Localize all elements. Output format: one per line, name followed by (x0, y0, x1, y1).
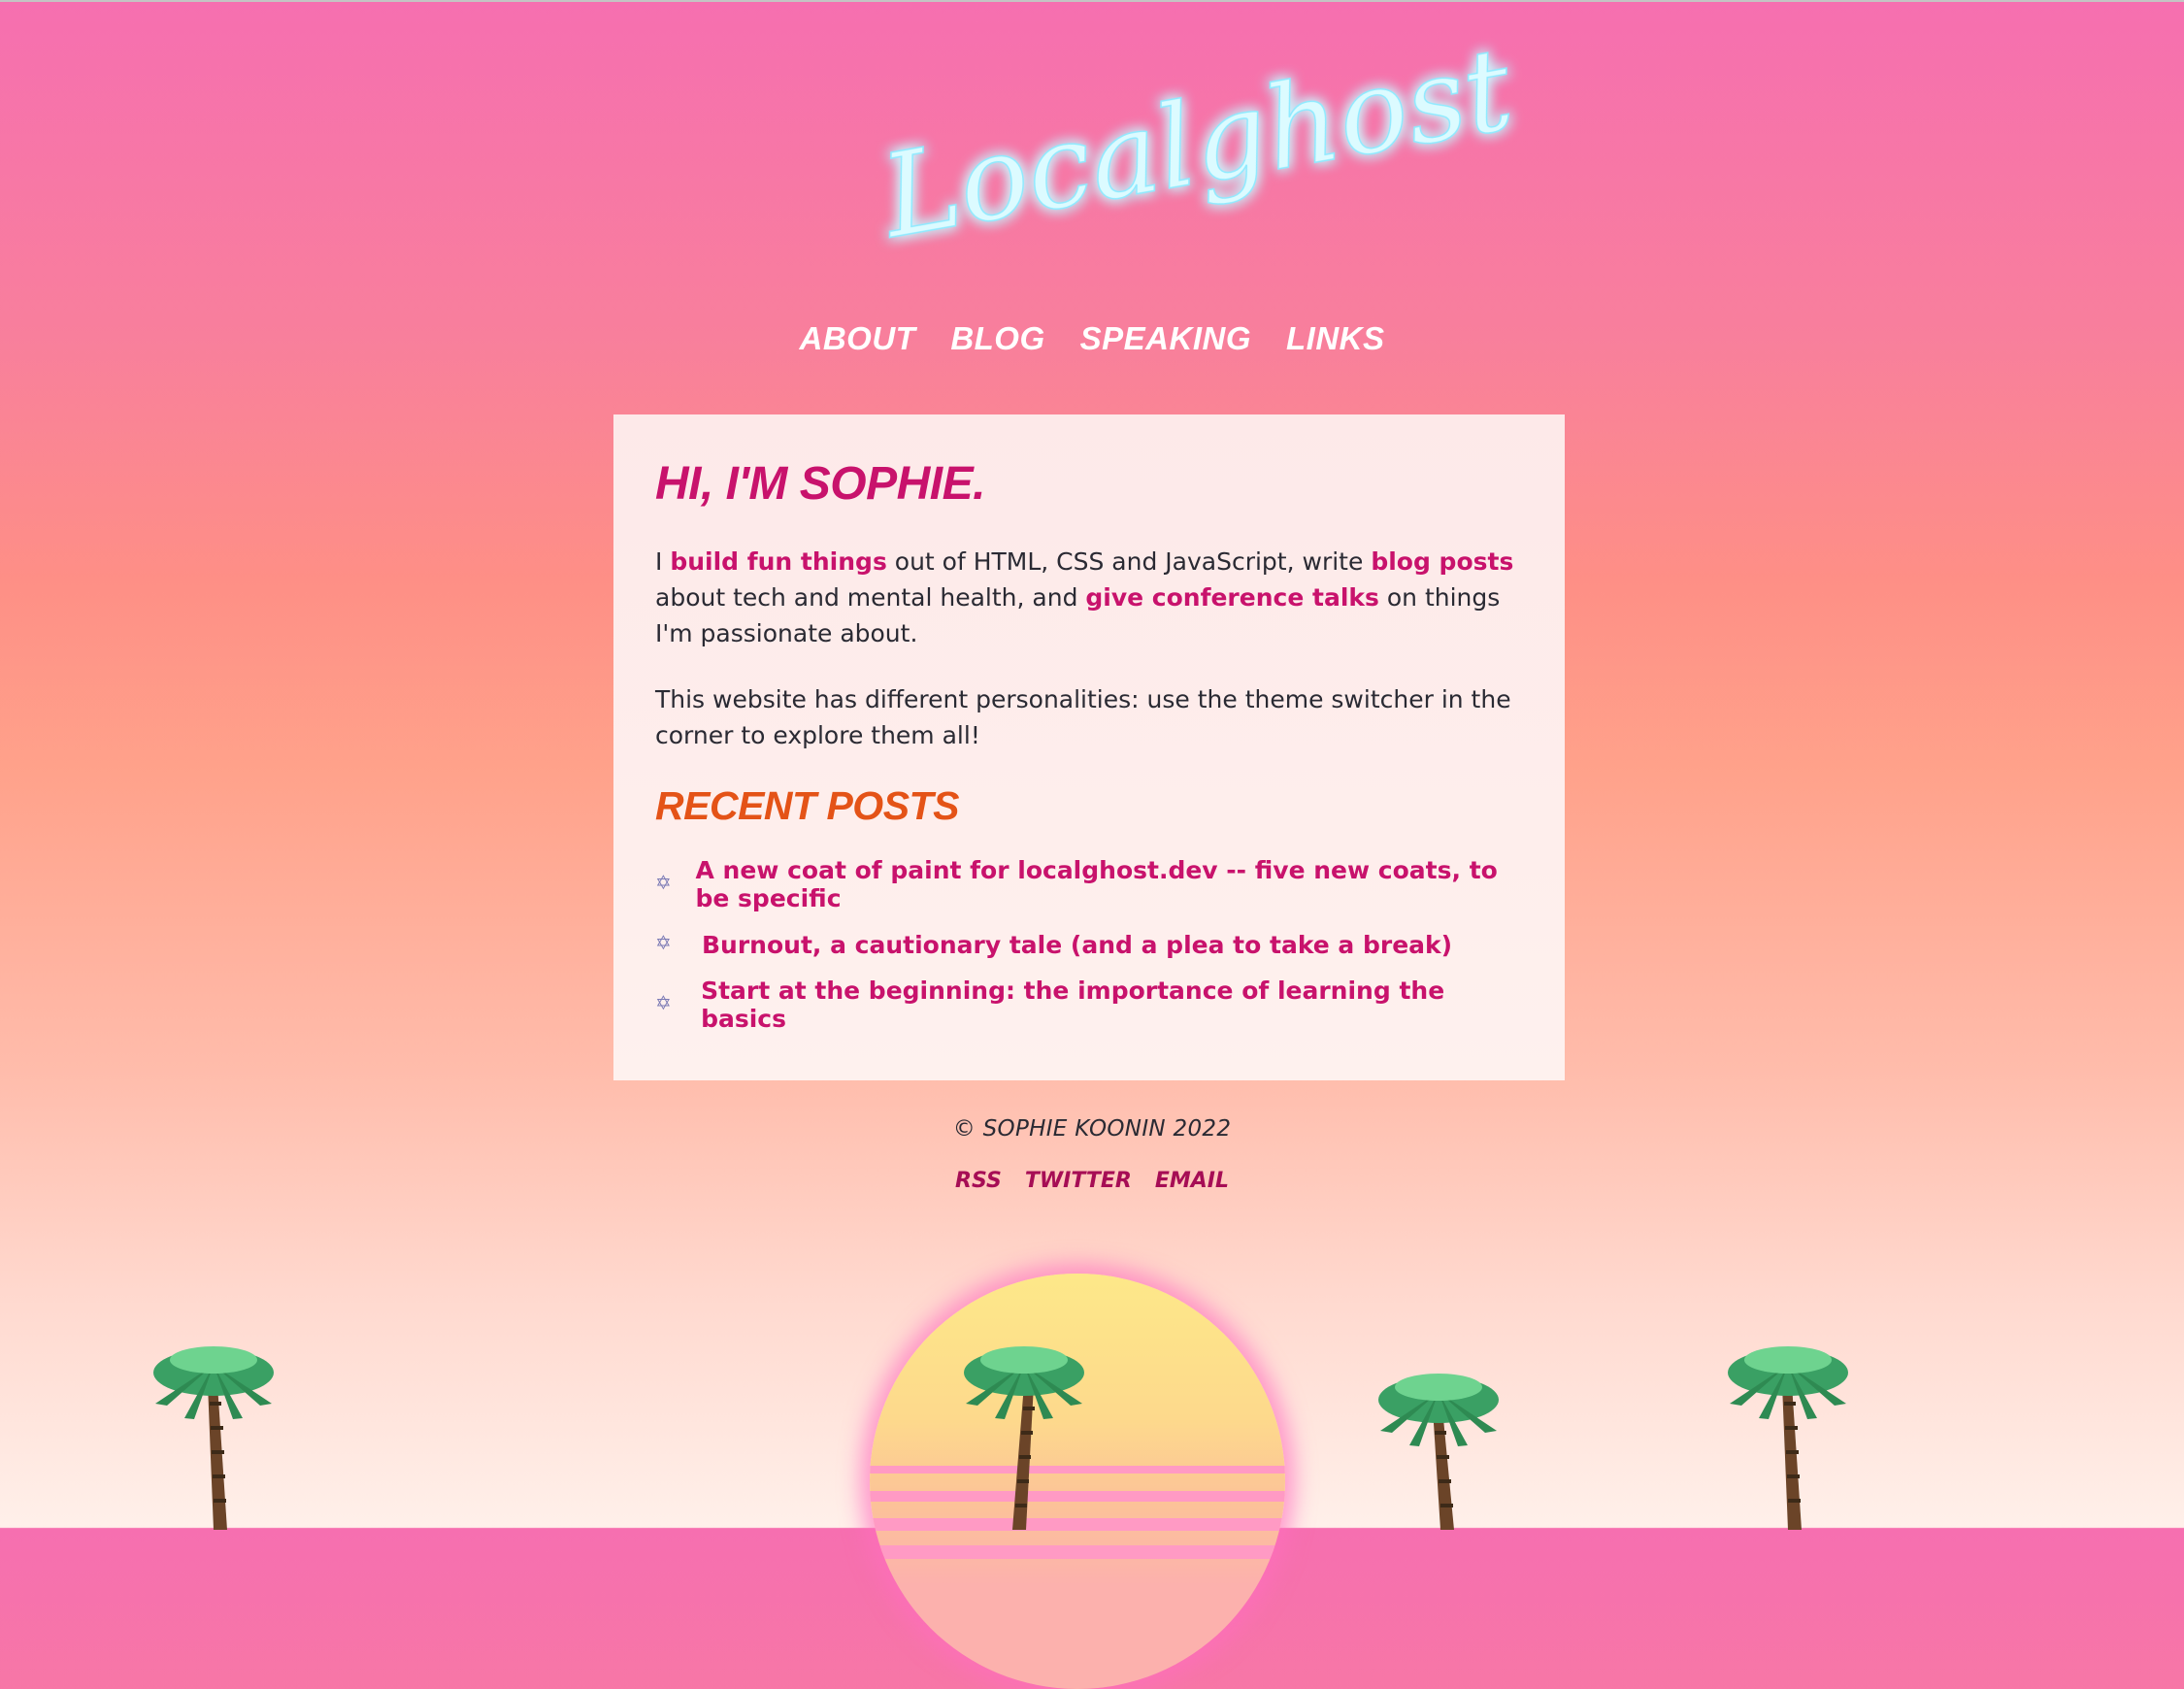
logo-text: Localghost (871, 21, 1522, 264)
recent-posts-list: ✡ A new coat of paint for localghost.dev… (655, 854, 1522, 1035)
copyright: © SOPHIE KOONIN 2022 (952, 1116, 1232, 1142)
main-nav: ABOUT BLOG SPEAKING LINKS (0, 320, 2184, 357)
post-link[interactable]: A new coat of paint for localghost.dev -… (696, 856, 1523, 912)
star-of-david-icon: ✡ (655, 871, 672, 894)
footer-links: RSS TWITTER EMAIL (0, 1169, 2184, 1193)
palm-tree-illustration (146, 1336, 281, 1530)
theme-paragraph: This website has different personalities… (655, 685, 1511, 749)
palm-tree-illustration (1371, 1365, 1506, 1530)
recent-posts-heading: RECENT POSTS (655, 783, 959, 828)
nav-links[interactable]: LINKS (1286, 320, 1385, 357)
page-title: HI, I'M SOPHIE. (655, 458, 985, 510)
palm-tree-illustration (1720, 1336, 1856, 1530)
nav-blog[interactable]: BLOG (950, 320, 1044, 357)
blog-posts-link[interactable]: blog posts (1371, 547, 1513, 576)
intro-paragraph: I build fun things out of HTML, CSS and … (655, 544, 1522, 651)
intro-card: HI, I'M SOPHIE. I build fun things out o… (613, 414, 1565, 1080)
list-item: ✡ A new coat of paint for localghost.dev… (655, 854, 1522, 914)
star-of-david-icon: ✡ (655, 931, 672, 954)
palm-tree-illustration (956, 1336, 1092, 1530)
logo-neon-script: Localghost (870, 21, 1522, 265)
retro-sunset-scene (0, 1233, 2184, 1689)
list-item: ✡ Burnout, a cautionary tale (and a plea… (655, 914, 1522, 975)
post-link[interactable]: Start at the beginning: the importance o… (701, 977, 1522, 1033)
intro-text-1: I (655, 547, 671, 576)
site-footer: © SOPHIE KOONIN 2022 RSS TWITTER EMAIL (0, 1116, 2184, 1193)
build-fun-things-link[interactable]: build fun things (670, 547, 887, 576)
list-item: ✡ Start at the beginning: the importance… (655, 975, 1522, 1035)
email-link[interactable]: EMAIL (1155, 1169, 1229, 1193)
star-of-david-icon: ✡ (655, 991, 672, 1014)
post-link[interactable]: Burnout, a cautionary tale (and a plea t… (702, 931, 1452, 959)
intro-text-2: out of HTML, CSS and JavaScript, write (886, 547, 1372, 576)
site-logo[interactable]: Localghost (870, 21, 1522, 265)
nav-about[interactable]: ABOUT (799, 320, 915, 357)
twitter-link[interactable]: TWITTER (1025, 1169, 1132, 1193)
intro-text-3: about tech and mental health, and (655, 583, 1086, 612)
conference-talks-link[interactable]: give conference talks (1085, 583, 1379, 612)
nav-speaking[interactable]: SPEAKING (1080, 320, 1251, 357)
rss-link[interactable]: RSS (955, 1169, 1002, 1193)
browser-top-border (0, 0, 2184, 2)
